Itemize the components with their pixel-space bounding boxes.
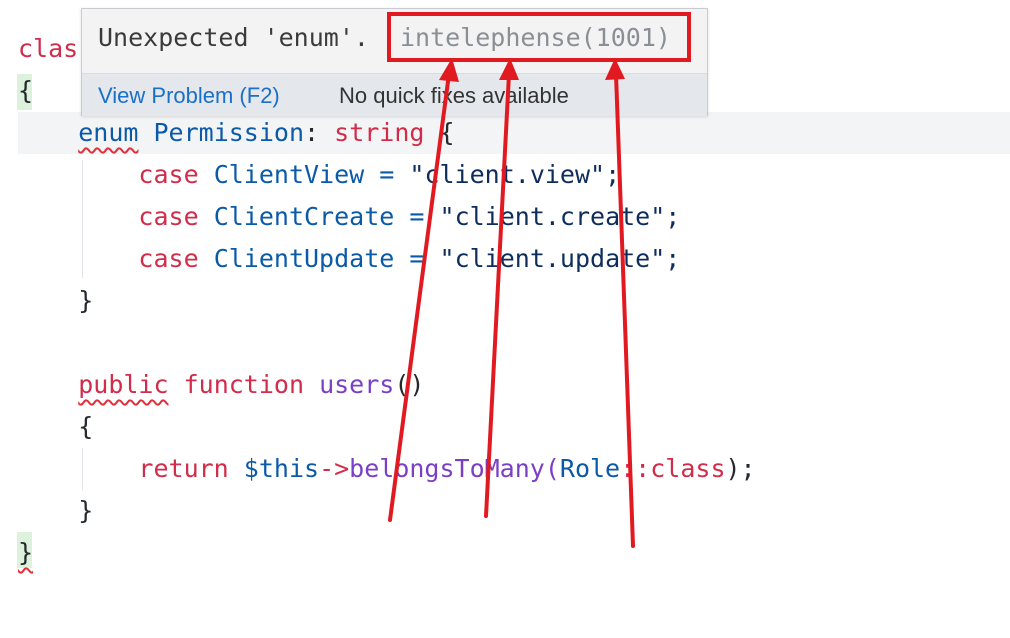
enum-keyword[interactable]: enum — [78, 118, 138, 147]
case-value: "client.view"; — [409, 160, 621, 189]
case-name: ClientCreate — [213, 202, 395, 231]
code-line-enum-close: } — [18, 282, 93, 320]
this-variable: $this — [243, 454, 320, 483]
code-line-case-1: case ClientView = "client.view"; — [18, 156, 620, 194]
annotation-highlight-box — [387, 12, 691, 62]
error-message: Unexpected 'enum'. — [98, 23, 369, 52]
code-line-case-2: case ClientCreate = "client.create"; — [18, 198, 680, 236]
case-value: "client.create"; — [439, 202, 681, 231]
code-line-class: clas — [18, 30, 78, 68]
case-keyword: case — [138, 244, 199, 273]
paren-open: ( — [544, 454, 560, 483]
code-line-enum: enum Permission: string { — [18, 114, 455, 152]
code-line-class-close: } — [18, 534, 33, 572]
method-close-brace: } — [78, 496, 94, 525]
class-close-brace: } — [18, 538, 34, 567]
return-keyword: return — [138, 454, 229, 483]
code-line-open-brace: { — [18, 72, 33, 110]
enum-close-brace: } — [78, 286, 94, 315]
hover-action-bar: View Problem (F2) No quick fixes availab… — [82, 73, 707, 116]
code-line-method-close: } — [18, 492, 93, 530]
code-line-case-3: case ClientUpdate = "client.update"; — [18, 240, 680, 278]
role-class-name: Role — [559, 454, 621, 483]
public-keyword[interactable]: public — [78, 370, 168, 399]
class-keyword-partial: clas — [18, 34, 79, 63]
enum-name: Permission — [153, 118, 305, 147]
case-equals: = — [409, 244, 425, 273]
paren-close: ); — [725, 454, 756, 483]
enum-colon: : — [304, 118, 320, 147]
class-constant: class — [650, 454, 726, 483]
enum-type: string — [334, 118, 425, 147]
call-name: belongsToMany — [349, 454, 545, 483]
method-name: users — [319, 370, 395, 399]
case-equals: = — [409, 202, 425, 231]
no-quick-fixes-label: No quick fixes available — [339, 83, 569, 108]
enum-open-brace: { — [439, 118, 455, 147]
class-open-brace: { — [18, 76, 34, 105]
arrow-operator: -> — [319, 454, 350, 483]
case-equals: = — [379, 160, 395, 189]
code-line-method-open: { — [18, 408, 93, 446]
method-parens: () — [394, 370, 425, 399]
code-line-function: public function users() — [18, 366, 424, 404]
case-value: "client.update"; — [439, 244, 681, 273]
scope-operator: :: — [620, 454, 651, 483]
case-name: ClientView — [213, 160, 365, 189]
method-open-brace: { — [78, 412, 94, 441]
case-keyword: case — [138, 202, 199, 231]
case-keyword: case — [138, 160, 199, 189]
case-name: ClientUpdate — [213, 244, 395, 273]
code-line-return: return $this->belongsToMany(Role::class)… — [18, 450, 756, 488]
view-problem-link[interactable]: View Problem (F2) — [98, 83, 280, 109]
function-keyword: function — [183, 370, 305, 399]
